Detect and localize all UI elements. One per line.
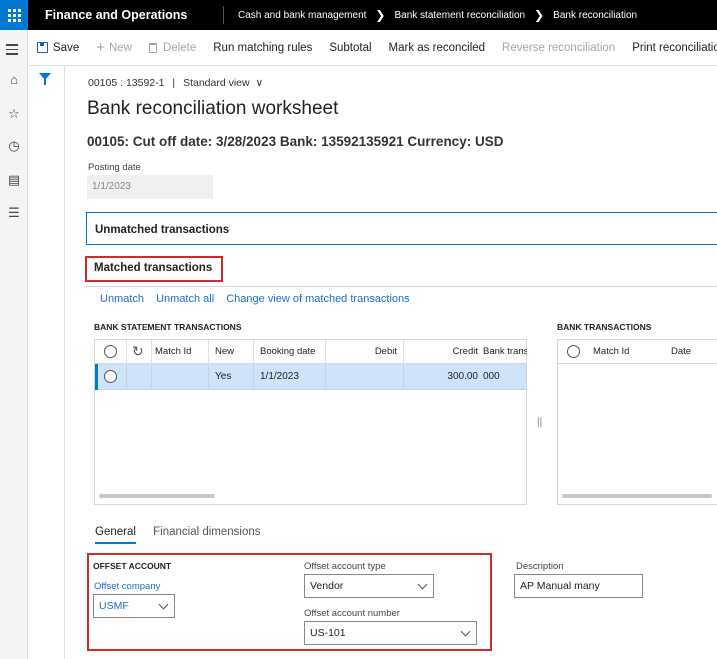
save-icon <box>37 42 48 53</box>
view-name: Standard view <box>183 77 250 89</box>
select-all-radio[interactable] <box>567 345 580 358</box>
breadcrumb-item-statement-reconciliation[interactable]: Bank statement reconciliation <box>394 10 525 21</box>
bank-statement-grid-title: BANK STATEMENT TRANSACTIONS <box>94 322 242 332</box>
offset-account-number-label: Offset account number <box>304 608 400 619</box>
detail-tabs: General Financial dimensions <box>95 526 261 544</box>
bank-statement-grid: ↻ Match Id New Booking date Debit Credit… <box>94 339 527 505</box>
unmatch-all-link[interactable]: Unmatch all <box>156 293 214 305</box>
save-button[interactable]: Save <box>37 42 79 54</box>
workspaces-icon[interactable]: ▤ <box>0 172 28 188</box>
description-label: Description <box>516 561 564 572</box>
grid-header: Match Id Date <box>558 340 717 364</box>
navigation-rail: ⌂ ☆ ◷ ▤ ☰ <box>0 30 28 659</box>
column-bank-trans[interactable]: Bank trans <box>483 340 527 363</box>
offset-account-type-label: Offset account type <box>304 561 386 572</box>
posting-date-label: Posting date <box>88 162 141 173</box>
cell-bank-trans: 000 <box>483 371 500 382</box>
column-new[interactable]: New <box>215 340 234 363</box>
new-button[interactable]: + New <box>96 39 132 56</box>
offset-company-label: Offset company <box>94 581 161 592</box>
offset-account-type-select[interactable]: Vendor <box>304 574 434 598</box>
tab-financial-dimensions[interactable]: Financial dimensions <box>153 526 260 538</box>
posting-date-field[interactable]: 1/1/2023 <box>87 175 213 199</box>
column-date[interactable]: Date <box>671 340 691 363</box>
breadcrumb-item-bank-reconciliation[interactable]: Bank reconciliation <box>553 10 637 21</box>
trash-icon <box>149 42 157 53</box>
horizontal-scrollbar[interactable] <box>99 494 215 498</box>
reverse-reconciliation-button[interactable]: Reverse reconciliation <box>502 42 615 54</box>
selected-row-indicator <box>95 364 98 390</box>
grid-splitter[interactable]: || <box>537 417 542 428</box>
grid-header: ↻ Match Id New Booking date Debit Credit… <box>95 340 527 364</box>
column-debit[interactable]: Debit <box>325 340 397 363</box>
app-title[interactable]: Finance and Operations <box>28 8 223 22</box>
delete-button[interactable]: Delete <box>149 42 196 54</box>
refresh-icon[interactable]: ↻ <box>132 340 144 363</box>
column-booking-date[interactable]: Booking date <box>260 340 315 363</box>
bank-transactions-grid: Match Id Date <box>557 339 717 505</box>
column-match-id[interactable]: Match Id <box>593 340 629 363</box>
unmatched-transactions-tab[interactable]: Unmatched transactions <box>86 212 717 245</box>
offset-account-title: OFFSET ACCOUNT <box>93 561 172 571</box>
filter-pane <box>28 66 65 659</box>
unmatch-link[interactable]: Unmatch <box>100 293 144 305</box>
row-select-radio[interactable] <box>104 370 117 383</box>
subtotal-button[interactable]: Subtotal <box>329 42 371 54</box>
home-icon[interactable]: ⌂ <box>0 72 28 87</box>
divider <box>86 286 717 287</box>
clock-icon[interactable]: ◷ <box>0 138 28 154</box>
offset-company-select[interactable]: USMF <box>93 594 175 618</box>
print-reconciliation-button[interactable]: Print reconciliation sta <box>632 42 717 54</box>
cell-credit: 300.00 <box>447 371 478 382</box>
select-all-radio[interactable] <box>104 345 117 358</box>
cell-booking-date: 1/1/2023 <box>260 371 299 382</box>
chevron-down-icon <box>460 626 471 637</box>
cell-debit <box>325 364 397 389</box>
offset-account-number-select[interactable]: US-101 <box>304 621 477 645</box>
action-pane: Save + New Delete Run matching rules Sub… <box>28 30 717 66</box>
hamburger-menu-icon[interactable] <box>6 44 18 58</box>
run-matching-rules-button[interactable]: Run matching rules <box>213 42 312 54</box>
app-launcher-icon[interactable] <box>0 0 28 30</box>
matched-transactions-tab[interactable]: Matched transactions <box>94 262 212 274</box>
bank-grid-title: BANK TRANSACTIONS <box>557 322 652 332</box>
top-bar: Finance and Operations Cash and bank man… <box>0 0 717 30</box>
tab-general[interactable]: General <box>95 526 136 544</box>
chevron-down-icon: ∨ <box>255 77 264 89</box>
column-match-id[interactable]: Match Id <box>155 340 191 363</box>
record-caption: 00105 : 13592-1 <box>88 77 165 89</box>
cell-new: Yes <box>215 371 232 382</box>
page-subtitle: 00105: Cut off date: 3/28/2023 Bank: 135… <box>87 134 504 149</box>
page-title: Bank reconciliation worksheet <box>87 98 339 119</box>
table-row[interactable]: Yes 1/1/2023 300.00 000 <box>95 364 526 390</box>
description-field[interactable]: AP Manual many <box>514 574 643 598</box>
star-icon[interactable]: ☆ <box>0 106 28 122</box>
breadcrumb-separator <box>223 6 224 24</box>
mark-as-reconciled-button[interactable]: Mark as reconciled <box>389 42 486 54</box>
change-view-link[interactable]: Change view of matched transactions <box>226 293 409 305</box>
column-credit[interactable]: Credit <box>403 340 478 363</box>
chevron-down-icon <box>158 599 169 610</box>
breadcrumb-item-cash-bank[interactable]: Cash and bank management <box>238 10 366 21</box>
breadcrumb: Cash and bank management ❯ Bank statemen… <box>238 8 637 22</box>
chevron-down-icon <box>417 579 428 590</box>
horizontal-scrollbar[interactable] <box>562 494 712 498</box>
view-selector[interactable]: 00105 : 13592-1 | Standard view ∨ <box>88 77 263 89</box>
matched-actions: Unmatch Unmatch all Change view of match… <box>100 293 419 305</box>
chevron-right-icon: ❯ <box>534 8 545 22</box>
filter-icon[interactable] <box>39 73 51 85</box>
modules-list-icon[interactable]: ☰ <box>0 205 28 221</box>
plus-icon: + <box>96 39 105 56</box>
chevron-right-icon: ❯ <box>375 8 386 22</box>
